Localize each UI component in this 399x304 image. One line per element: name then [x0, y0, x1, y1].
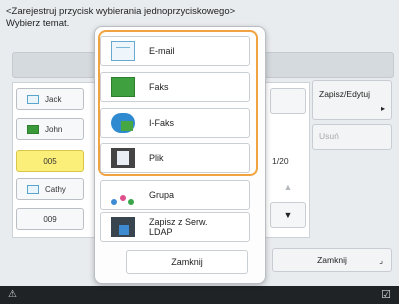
- option-label: Faks: [149, 82, 169, 92]
- option-label: Grupa: [149, 190, 175, 200]
- save-edit-label: Zapisz/Edytuj: [319, 89, 371, 99]
- popup-close-label: Zamknij: [171, 257, 203, 267]
- caret-icon: ▸: [380, 104, 385, 113]
- save-edit-button[interactable]: Zapisz/Edytuj ▸: [312, 80, 392, 120]
- list-item-label: John: [45, 124, 63, 134]
- corner-arrow-icon: ⌟: [379, 256, 383, 265]
- option-label: Plik: [149, 153, 164, 163]
- delete-label: Usuń: [319, 131, 339, 141]
- option-label: I-Faks: [149, 118, 175, 128]
- status-icon: ⚠: [8, 289, 17, 300]
- option-label: Zapisz z Serw. LDAP: [149, 217, 208, 237]
- list-item-label: Cathy: [45, 184, 66, 194]
- close-button[interactable]: Zamknij ⌟: [272, 248, 392, 272]
- list-item[interactable]: John: [16, 118, 84, 140]
- email-option-button[interactable]: E-mail: [100, 36, 250, 66]
- status-bar: ⚠ ☑: [0, 286, 399, 304]
- scroll-up-icon[interactable]: ▲: [270, 182, 306, 192]
- list-item-label: Jack: [45, 94, 62, 104]
- ifax-option-button[interactable]: I-Faks: [100, 108, 250, 138]
- file-option-button[interactable]: Plik: [100, 143, 250, 173]
- mail-icon: [27, 94, 39, 104]
- popup-close-button[interactable]: Zamknij: [126, 250, 248, 274]
- file-icon: [111, 148, 135, 168]
- delete-button[interactable]: Usuń: [312, 124, 392, 150]
- ldap-option-button[interactable]: Zapisz z Serw. LDAP: [100, 212, 250, 242]
- ldap-icon: [111, 217, 135, 237]
- email-icon: [111, 41, 135, 61]
- option-label: E-mail: [149, 46, 175, 56]
- list-item[interactable]: 009: [16, 208, 84, 230]
- page-title-line1: <Zarejestruj przycisk wybierania jednopr…: [6, 6, 236, 17]
- fax-icon: [27, 124, 39, 134]
- scroll-down-icon: ▼: [283, 210, 293, 220]
- list-item-selected[interactable]: 005: [16, 150, 84, 172]
- list-item[interactable]: Jack: [16, 88, 84, 110]
- settings-button[interactable]: [270, 88, 306, 114]
- list-item-label: 009: [43, 214, 57, 224]
- page-counter: 1/20: [272, 156, 289, 166]
- list-item-label: 005: [43, 156, 57, 166]
- mail-icon: [27, 184, 39, 194]
- fax-icon: [111, 77, 135, 97]
- list-item[interactable]: Cathy: [16, 178, 84, 200]
- group-option-button[interactable]: Grupa: [100, 180, 250, 210]
- close-label: Zamknij: [317, 255, 347, 265]
- fax-option-button[interactable]: Faks: [100, 72, 250, 102]
- group-icon: [111, 185, 135, 205]
- ifax-icon: [111, 113, 135, 133]
- counter-check-icon[interactable]: ☑: [381, 288, 391, 301]
